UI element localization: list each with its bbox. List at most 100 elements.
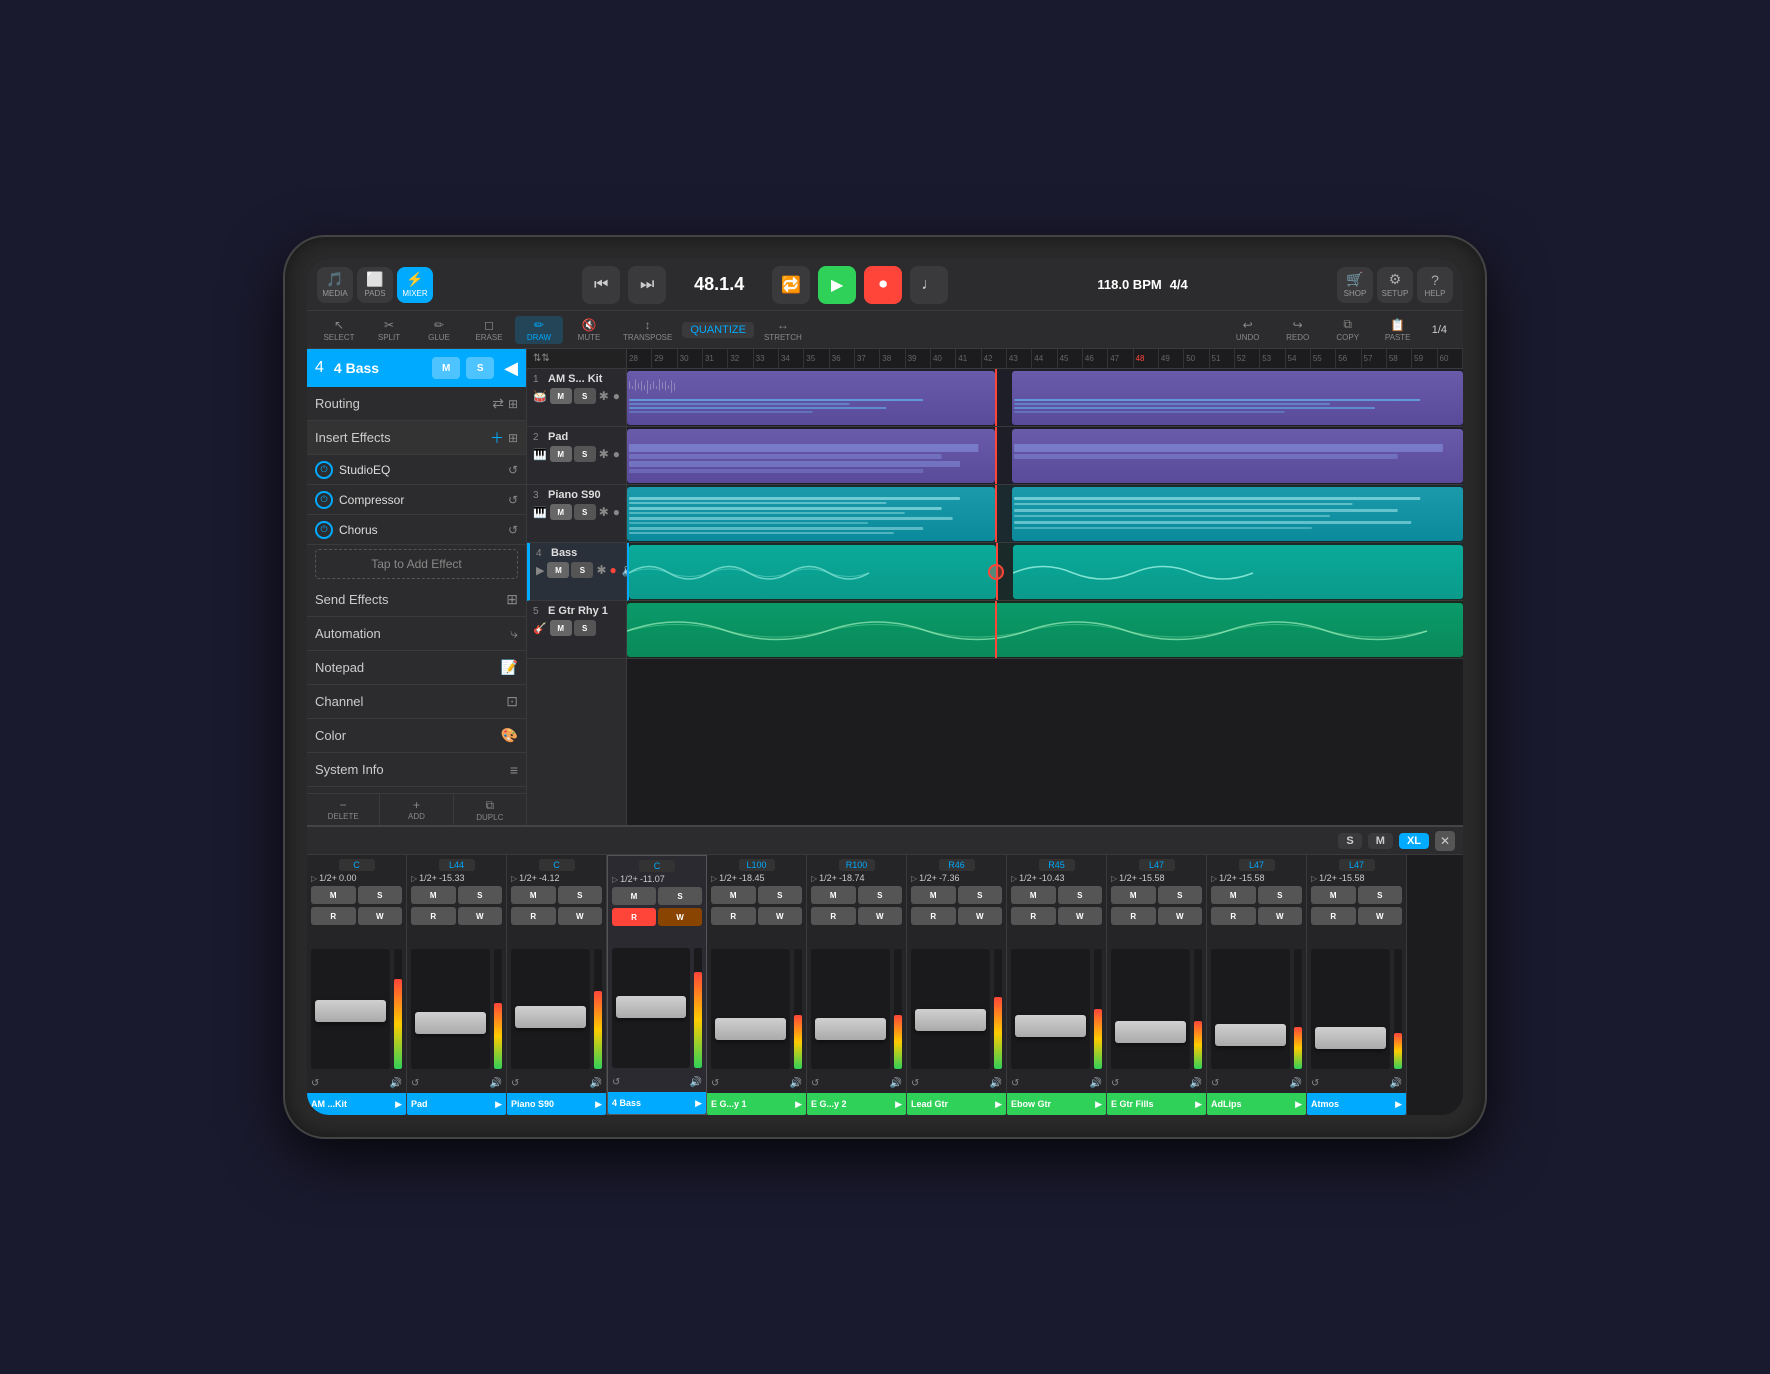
clip-row-4[interactable] [627, 543, 1463, 601]
time-sig-display[interactable]: 4/4 [1170, 277, 1188, 292]
loop-button[interactable]: 🔁 [772, 266, 810, 304]
channel-read-8[interactable]: R [1011, 907, 1056, 925]
clip-guitar-1[interactable] [627, 603, 1463, 657]
mixer-channel-7[interactable]: R46 ▷ 1/2+ -7.36 M S R W ↺ 🔊 Lead [907, 855, 1007, 1115]
clip-pad-2[interactable] [1012, 429, 1463, 483]
tool-draw[interactable]: ✏ DRAW [515, 316, 563, 344]
channel-read-4[interactable]: R [612, 908, 656, 926]
channel-label-bar-6[interactable]: E G...y 2 ▶ [807, 1093, 906, 1115]
chorus-bypass-icon[interactable]: ↺ [508, 523, 518, 537]
studioeq-name[interactable]: StudioEQ [339, 463, 508, 477]
tool-copy[interactable]: ⧉ COPY [1324, 315, 1372, 344]
channel-write-3[interactable]: W [558, 907, 603, 925]
track2-solo-button[interactable]: S [574, 446, 596, 462]
compressor-bypass-icon[interactable]: ↺ [508, 493, 518, 507]
channel-solo-8[interactable]: S [1058, 886, 1103, 904]
play-button[interactable]: ▶ [818, 266, 856, 304]
tool-mute[interactable]: 🔇 MUTE [565, 316, 613, 344]
channel-mute-1[interactable]: M [311, 886, 356, 904]
mixer-channel-11[interactable]: L47 ▷ 1/2+ -15.58 M S R W ↺ 🔊 Atm [1307, 855, 1407, 1115]
clip-piano-1[interactable] [627, 487, 995, 541]
mixer-channel-1[interactable]: C ▷ 1/2+ 0.00 M S R W ↺ 🔊 AM ...K [307, 855, 407, 1115]
channel-read-3[interactable]: R [511, 907, 556, 925]
channel-write-10[interactable]: W [1258, 907, 1303, 925]
channel-mute-4[interactable]: M [612, 887, 656, 905]
automation-row[interactable]: Automation ⤷ [307, 617, 526, 651]
tool-paste[interactable]: 📋 PASTE [1374, 316, 1422, 344]
channel-fader-2[interactable] [411, 949, 490, 1069]
channel-solo-11[interactable]: S [1358, 886, 1403, 904]
tool-transpose[interactable]: ↕ TRANSPOSE [615, 316, 680, 344]
fader-knob-8[interactable] [1015, 1015, 1086, 1037]
add-effect-button[interactable]: Tap to Add Effect [315, 549, 518, 579]
channel-mute-6[interactable]: M [811, 886, 856, 904]
channel-label-bar-8[interactable]: Ebow Gtr ▶ [1007, 1093, 1106, 1115]
clip-drums-1[interactable] [627, 371, 995, 425]
help-button[interactable]: ? HELP [1417, 267, 1453, 303]
fader-knob-6[interactable] [815, 1018, 886, 1040]
channel-read-11[interactable]: R [1311, 907, 1356, 925]
quantize-display[interactable]: QUANTIZE [682, 322, 754, 338]
track3-mute-button[interactable]: M [550, 504, 572, 520]
channel-fader-1[interactable] [311, 949, 390, 1069]
channel-write-2[interactable]: W [458, 907, 503, 925]
channel-label-bar-10[interactable]: AdLips ▶ [1207, 1093, 1306, 1115]
channel-mute-7[interactable]: M [911, 886, 956, 904]
channel-solo-1[interactable]: S [358, 886, 403, 904]
channel-read-6[interactable]: R [811, 907, 856, 925]
channel-read-9[interactable]: R [1111, 907, 1156, 925]
channel-label-bar-7[interactable]: Lead Gtr ▶ [907, 1093, 1006, 1115]
nav-btn-pads[interactable]: ⬜ PADS [357, 267, 393, 303]
track4-mute-button[interactable]: M [547, 562, 569, 578]
tool-select[interactable]: ↖ SELECT [315, 316, 363, 344]
clip-row-3[interactable] [627, 485, 1463, 543]
channel-fader-3[interactable] [511, 949, 590, 1069]
channel-mute-9[interactable]: M [1111, 886, 1156, 904]
insert-effects-add-icon[interactable]: ＋ [490, 428, 504, 448]
pan-value-2[interactable]: L44 [439, 859, 475, 871]
fader-knob-2[interactable] [415, 1012, 486, 1034]
channel-write-7[interactable]: W [958, 907, 1003, 925]
tool-erase[interactable]: ◻ ERASE [465, 316, 513, 344]
channel-fader-8[interactable] [1011, 949, 1090, 1069]
channel-read-2[interactable]: R [411, 907, 456, 925]
clip-bass-2[interactable] [1013, 545, 1463, 599]
track-solo-button[interactable]: S [466, 357, 494, 379]
clip-row-2[interactable] [627, 427, 1463, 485]
pan-value-10[interactable]: L47 [1239, 859, 1275, 871]
compressor-power-button[interactable]: ⏻ [315, 491, 333, 509]
mixer-channel-5[interactable]: L100 ▷ 1/2+ -18.45 M S R W ↺ 🔊 E [707, 855, 807, 1115]
pan-value-11[interactable]: L47 [1339, 859, 1375, 871]
mixer-channel-4[interactable]: C ▷ 1/2+ -11.07 M S R W ↺ 🔊 4 Bas [607, 855, 707, 1115]
mixer-channel-2[interactable]: L44 ▷ 1/2+ -15.33 M S R W ↺ 🔊 Pad [407, 855, 507, 1115]
channel-fader-5[interactable] [711, 949, 790, 1069]
add-track-button[interactable]: + ADD [380, 794, 453, 825]
skip-back-button[interactable]: ⏮ [582, 266, 620, 304]
channel-mute-11[interactable]: M [1311, 886, 1356, 904]
channel-label-bar-5[interactable]: E G...y 1 ▶ [707, 1093, 806, 1115]
pan-value-9[interactable]: L47 [1139, 859, 1175, 871]
pan-value-7[interactable]: R46 [939, 859, 975, 871]
notepad-row[interactable]: Notepad 📝 [307, 651, 526, 685]
nav-btn-mixer[interactable]: ⚡ MIXER [397, 267, 433, 303]
mixer-channel-10[interactable]: L47 ▷ 1/2+ -15.58 M S R W ↺ 🔊 AdL [1207, 855, 1307, 1115]
chorus-power-button[interactable]: ⏻ [315, 521, 333, 539]
channel-fader-10[interactable] [1211, 949, 1290, 1069]
channel-label-bar-1[interactable]: AM ...Kit ▶ [307, 1093, 406, 1115]
mixer-channel-9[interactable]: L47 ▷ 1/2+ -15.58 M S R W ↺ 🔊 E G [1107, 855, 1207, 1115]
tool-split[interactable]: ✂ SPLIT [365, 316, 413, 344]
channel-mute-8[interactable]: M [1011, 886, 1056, 904]
fader-knob-7[interactable] [915, 1009, 986, 1031]
tool-stretch[interactable]: ↔ STRETCH [756, 316, 810, 344]
channel-read-7[interactable]: R [911, 907, 956, 925]
track4-solo-button[interactable]: S [571, 562, 593, 578]
mixer-size-m[interactable]: M [1368, 833, 1393, 849]
track1-solo-button[interactable]: S [574, 388, 596, 404]
channel-write-6[interactable]: W [858, 907, 903, 925]
channel-label-bar-11[interactable]: Atmos ▶ [1307, 1093, 1406, 1115]
send-effects-row[interactable]: Send Effects ⊞ [307, 583, 526, 617]
fader-knob-1[interactable] [315, 1000, 386, 1022]
studioeq-bypass-icon[interactable]: ↺ [508, 463, 518, 477]
clip-pad-1[interactable] [627, 429, 995, 483]
track1-mute-button[interactable]: M [550, 388, 572, 404]
